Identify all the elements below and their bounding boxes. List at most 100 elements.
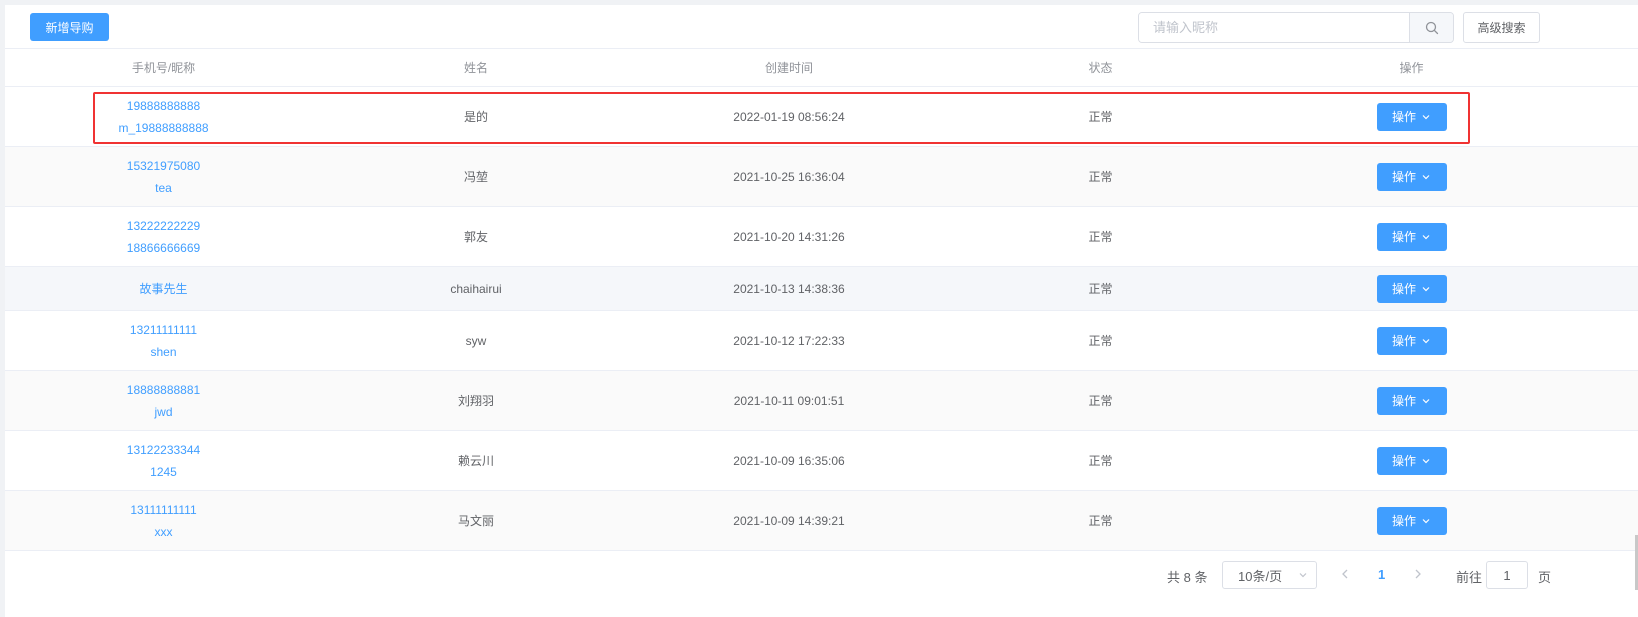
page-size-value: 10条/页 [1238, 568, 1283, 584]
actions-cell: 操作 [1253, 386, 1570, 415]
action-label: 操作 [1391, 170, 1416, 184]
guide-table: 手机号/昵称 姓名 创建时间 状态 操作 19888888888 m_19888… [5, 48, 1638, 551]
phone-nick-cell: 13222222229 18866666669 [5, 215, 322, 259]
actions-cell: 操作 [1253, 222, 1570, 251]
chevron-down-icon [1422, 174, 1430, 179]
nickname-link[interactable]: xxx [5, 521, 322, 543]
guide-list-panel: 新增导购 高级搜索 手机号/昵称 姓名 创建时间 状态 操作 198888888… [5, 5, 1638, 617]
table-row: 13211111111 shen syw 2021-10-12 17:22:33… [5, 311, 1638, 371]
action-label: 操作 [1391, 282, 1416, 296]
action-label: 操作 [1391, 230, 1416, 244]
action-label: 操作 [1391, 514, 1416, 528]
created-time-cell: 2021-10-25 16:36:04 [733, 169, 845, 184]
name-cell: 马文丽 [457, 514, 494, 528]
prev-page-button[interactable] [1339, 566, 1351, 585]
search-button[interactable] [1409, 13, 1453, 42]
chevron-down-icon [1422, 518, 1430, 523]
phone-nick-cell: 18888888881 jwd [5, 379, 322, 423]
table-row: 18888888881 jwd 刘翔羽 2021-10-11 09:01:51 … [5, 371, 1638, 431]
status-cell: 正常 [1088, 282, 1113, 296]
action-dropdown-button[interactable]: 操作 [1376, 102, 1447, 131]
phone-link[interactable]: 15321975080 [5, 155, 322, 177]
actions-cell: 操作 [1253, 446, 1570, 475]
table-header: 手机号/昵称 姓名 创建时间 状态 操作 [5, 49, 1638, 87]
add-guide-button[interactable]: 新增导购 [30, 13, 109, 41]
pagination: 共 8 条 10条/页 1 前往 页 [5, 560, 1638, 590]
action-dropdown-button[interactable]: 操作 [1376, 162, 1447, 191]
total-count: 共 8 条 [1167, 570, 1208, 585]
chevron-down-icon [1422, 458, 1430, 463]
table-body: 19888888888 m_19888888888 是的 2022-01-19 … [5, 87, 1638, 551]
phone-nick-cell: 19888888888 m_19888888888 [5, 95, 322, 139]
search-icon [1425, 21, 1438, 34]
name-cell: 是的 [463, 110, 488, 124]
chevron-down-icon [1422, 398, 1430, 403]
phone-link[interactable]: 13211111111 [5, 319, 322, 341]
actions-cell: 操作 [1253, 102, 1570, 131]
status-cell: 正常 [1088, 170, 1113, 184]
page-size-select[interactable]: 10条/页 [1222, 561, 1317, 589]
nickname-search-input[interactable] [1139, 13, 1409, 42]
advanced-search-button[interactable]: 高级搜索 [1463, 12, 1540, 43]
phone-nick-cell: 15321975080 tea [5, 155, 322, 199]
chevron-down-icon [1422, 338, 1430, 343]
nickname-link[interactable]: 18866666669 [5, 237, 322, 259]
table-row: 13222222229 18866666669 郭友 2021-10-20 14… [5, 207, 1638, 267]
actions-cell: 操作 [1253, 506, 1570, 535]
name-cell: chaihairui [450, 281, 502, 296]
table-row: 故事先生 chaihairui 2021-10-13 14:38:36 正常 操… [5, 267, 1638, 311]
phone-nick-cell: 故事先生 [5, 278, 322, 300]
action-dropdown-button[interactable]: 操作 [1376, 326, 1447, 355]
name-cell: 冯堃 [463, 170, 488, 184]
phone-link[interactable]: 13111111111 [5, 499, 322, 521]
actions-cell: 操作 [1253, 274, 1570, 303]
created-time-cell: 2021-10-12 17:22:33 [733, 333, 845, 348]
name-cell: 刘翔羽 [457, 394, 494, 408]
nickname-link[interactable]: 1245 [5, 461, 322, 483]
status-cell: 正常 [1088, 514, 1113, 528]
action-label: 操作 [1391, 334, 1416, 348]
action-dropdown-button[interactable]: 操作 [1376, 446, 1447, 475]
action-dropdown-button[interactable]: 操作 [1376, 386, 1447, 415]
status-cell: 正常 [1088, 454, 1113, 468]
created-time-cell: 2022-01-19 08:56:24 [733, 109, 845, 124]
goto-page-input[interactable] [1486, 561, 1528, 589]
status-cell: 正常 [1088, 334, 1113, 348]
phone-link[interactable]: 13122233344 [5, 439, 322, 461]
phone-link[interactable]: 13222222229 [5, 215, 322, 237]
action-dropdown-button[interactable]: 操作 [1376, 222, 1447, 251]
chevron-right-icon [1415, 569, 1421, 579]
created-time-cell: 2021-10-09 16:35:06 [733, 453, 845, 468]
chevron-down-icon [1422, 114, 1430, 119]
action-label: 操作 [1391, 454, 1416, 468]
table-row: 13122233344 1245 赖云川 2021-10-09 16:35:06… [5, 431, 1638, 491]
nickname-link[interactable]: jwd [5, 401, 322, 423]
created-time-cell: 2021-10-11 09:01:51 [733, 393, 845, 408]
page-unit-label: 页 [1538, 570, 1552, 585]
page-number-1[interactable]: 1 [1378, 567, 1385, 582]
created-time-cell: 2021-10-09 14:39:21 [733, 513, 845, 528]
phone-nick-cell: 13111111111 xxx [5, 499, 322, 543]
phone-link[interactable]: 故事先生 [5, 278, 322, 300]
goto-label: 前往 [1456, 570, 1483, 585]
created-time-cell: 2021-10-13 14:38:36 [733, 281, 845, 296]
chevron-down-icon [1422, 286, 1430, 291]
action-dropdown-button[interactable]: 操作 [1376, 506, 1447, 535]
header-created: 创建时间 [764, 61, 813, 75]
status-cell: 正常 [1088, 110, 1113, 124]
header-status: 状态 [1088, 61, 1113, 75]
action-dropdown-button[interactable]: 操作 [1376, 274, 1447, 303]
action-label: 操作 [1391, 110, 1416, 124]
chevron-down-icon [1299, 573, 1307, 578]
created-time-cell: 2021-10-20 14:31:26 [733, 229, 845, 244]
header-phone-nick: 手机号/昵称 [131, 61, 196, 75]
table-row: 15321975080 tea 冯堃 2021-10-25 16:36:04 正… [5, 147, 1638, 207]
chevron-left-icon [1342, 569, 1348, 579]
nickname-link[interactable]: tea [5, 177, 322, 199]
name-cell: 郭友 [463, 230, 488, 244]
next-page-button[interactable] [1412, 566, 1424, 585]
nickname-link[interactable]: shen [5, 341, 322, 363]
phone-link[interactable]: 19888888888 [5, 95, 322, 117]
nickname-link[interactable]: m_19888888888 [5, 117, 322, 139]
phone-link[interactable]: 18888888881 [5, 379, 322, 401]
